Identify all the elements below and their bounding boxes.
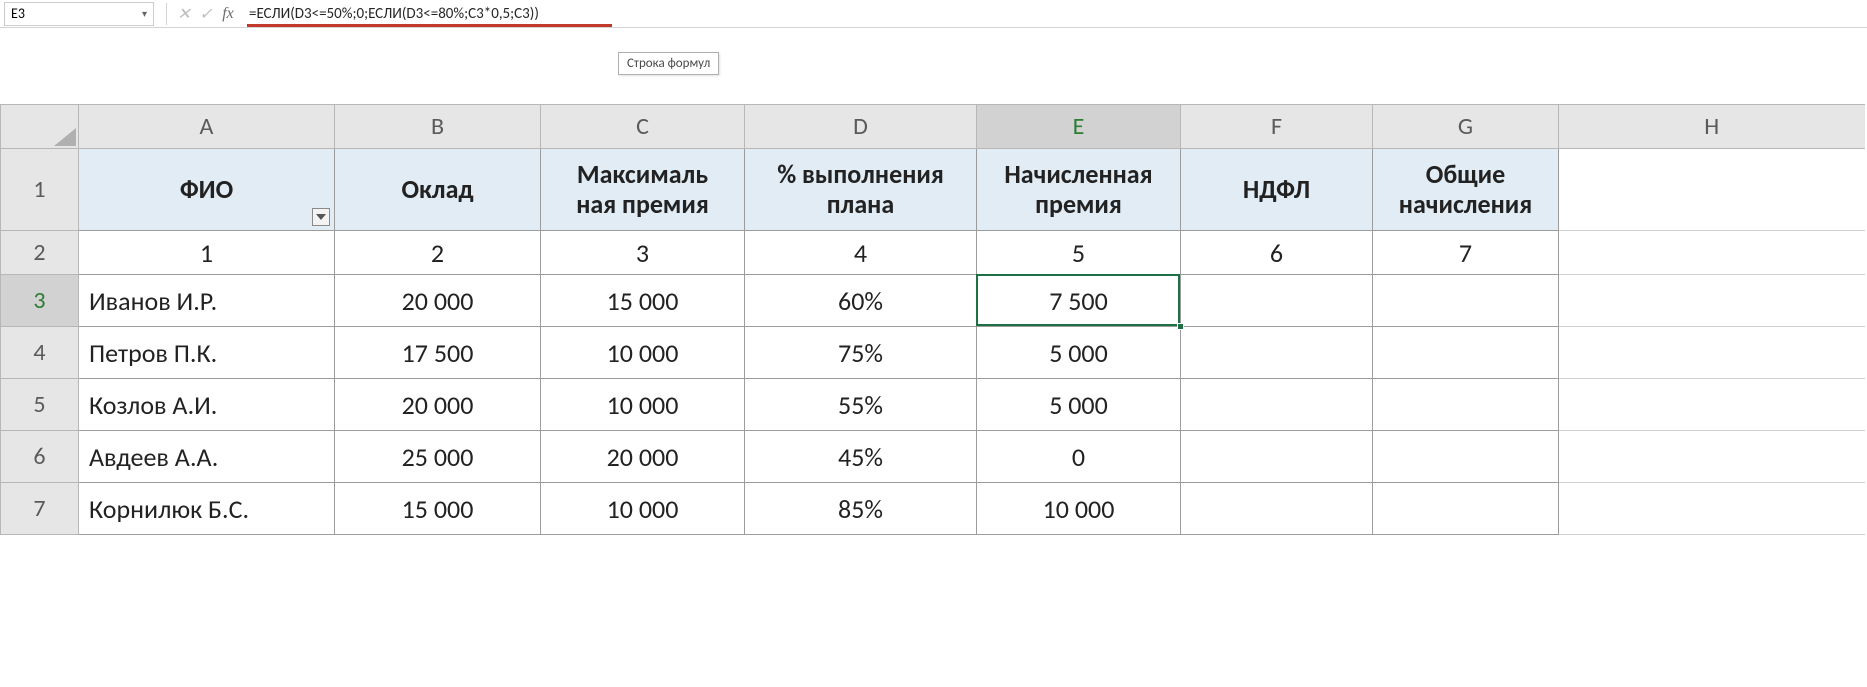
formula-underline	[247, 24, 612, 27]
table-row: 7 Корнилюк Б.С. 15 000 10 000 85% 10 000	[1, 483, 1865, 535]
cell-D2[interactable]: 4	[745, 231, 977, 275]
header-premia[interactable]: Начисленная премия	[977, 149, 1181, 231]
col-head-C[interactable]: C	[541, 105, 745, 149]
row-head-3[interactable]: 3	[1, 275, 79, 327]
formula-bar-tooltip: Строка формул	[618, 52, 719, 75]
header-fio[interactable]: ФИО	[79, 149, 335, 231]
cell-H5[interactable]	[1559, 379, 1865, 431]
cell-D4[interactable]: 75%	[745, 327, 977, 379]
spacer	[0, 28, 1867, 86]
cell-E4[interactable]: 5 000	[977, 327, 1181, 379]
row-head-6[interactable]: 6	[1, 431, 79, 483]
cell-F3[interactable]	[1181, 275, 1373, 327]
header-total[interactable]: Общие начисления	[1373, 149, 1559, 231]
col-head-A[interactable]: A	[79, 105, 335, 149]
cell-H4[interactable]	[1559, 327, 1865, 379]
table-row: 3 Иванов И.Р. 20 000 15 000 60% 7 500	[1, 275, 1865, 327]
cell-F2[interactable]: 6	[1181, 231, 1373, 275]
cell-C4[interactable]: 10 000	[541, 327, 745, 379]
cell-A5[interactable]: Козлов А.И.	[79, 379, 335, 431]
cell-D7[interactable]: 85%	[745, 483, 977, 535]
cell-B3[interactable]: 20 000	[335, 275, 541, 327]
formula-text: =ЕСЛИ(D3<=50%;0;ЕСЛИ(D3<=80%;C3*0,5;C3))	[249, 5, 539, 23]
formula-input[interactable]: =ЕСЛИ(D3<=50%;0;ЕСЛИ(D3<=80%;C3*0,5;C3))	[247, 2, 1863, 26]
cell-E6[interactable]: 0	[977, 431, 1181, 483]
cell-F6[interactable]	[1181, 431, 1373, 483]
table-row: 5 Козлов А.И. 20 000 10 000 55% 5 000	[1, 379, 1865, 431]
col-head-F[interactable]: F	[1181, 105, 1373, 149]
cell-C3[interactable]: 15 000	[541, 275, 745, 327]
cell-E5[interactable]: 5 000	[977, 379, 1181, 431]
cell-A7[interactable]: Корнилюк Б.С.	[79, 483, 335, 535]
row-head-2[interactable]: 2	[1, 231, 79, 275]
cell-E3[interactable]: 7 500	[977, 275, 1181, 327]
table-row: 2 1 2 3 4 5 6 7	[1, 231, 1865, 275]
cell-C5[interactable]: 10 000	[541, 379, 745, 431]
cell-G3[interactable]	[1373, 275, 1559, 327]
spreadsheet-grid: A B C D E F G H 1 ФИО Оклад Максимальная…	[0, 104, 1865, 535]
cell-F4[interactable]	[1181, 327, 1373, 379]
header-fio-text: ФИО	[89, 175, 324, 205]
cell-G5[interactable]	[1373, 379, 1559, 431]
fill-handle[interactable]	[1177, 323, 1184, 330]
select-all-corner[interactable]	[1, 105, 79, 149]
cell-G6[interactable]	[1373, 431, 1559, 483]
cell-F7[interactable]	[1181, 483, 1373, 535]
cell-A6[interactable]: Авдеев А.А.	[79, 431, 335, 483]
cell-D3[interactable]: 60%	[745, 275, 977, 327]
cell-H1[interactable]	[1559, 149, 1865, 231]
cell-E2[interactable]: 5	[977, 231, 1181, 275]
name-box[interactable]: E3 ▾	[4, 2, 154, 26]
header-oklad[interactable]: Оклад	[335, 149, 541, 231]
cancel-icon: ✕	[173, 3, 195, 25]
cell-A2[interactable]: 1	[79, 231, 335, 275]
header-max-premia[interactable]: Максимальная премия	[541, 149, 745, 231]
cell-B6[interactable]: 25 000	[335, 431, 541, 483]
cell-B4[interactable]: 17 500	[335, 327, 541, 379]
row-head-5[interactable]: 5	[1, 379, 79, 431]
cell-G7[interactable]	[1373, 483, 1559, 535]
cell-C7[interactable]: 10 000	[541, 483, 745, 535]
cell-D6[interactable]: 45%	[745, 431, 977, 483]
row-head-7[interactable]: 7	[1, 483, 79, 535]
cell-C2[interactable]: 3	[541, 231, 745, 275]
cell-B2[interactable]: 2	[335, 231, 541, 275]
column-header-row: A B C D E F G H	[1, 105, 1865, 149]
cell-D5[interactable]: 55%	[745, 379, 977, 431]
filter-button[interactable]	[312, 208, 330, 226]
formula-bar: E3 ▾ ✕ ✓ fx =ЕСЛИ(D3<=50%;0;ЕСЛИ(D3<=80%…	[0, 0, 1867, 28]
cell-B5[interactable]: 20 000	[335, 379, 541, 431]
col-head-B[interactable]: B	[335, 105, 541, 149]
cell-G4[interactable]	[1373, 327, 1559, 379]
cell-F5[interactable]	[1181, 379, 1373, 431]
col-head-G[interactable]: G	[1373, 105, 1559, 149]
cell-A4[interactable]: Петров П.К.	[79, 327, 335, 379]
col-head-D[interactable]: D	[745, 105, 977, 149]
cell-A3[interactable]: Иванов И.Р.	[79, 275, 335, 327]
cell-H2[interactable]	[1559, 231, 1865, 275]
name-box-dropdown-icon[interactable]: ▾	[142, 7, 147, 20]
table-row: 6 Авдеев А.А. 25 000 20 000 45% 0	[1, 431, 1865, 483]
header-plan-pct[interactable]: % выполнения плана	[745, 149, 977, 231]
table-row: 1 ФИО Оклад Максимальная премия % выполн…	[1, 149, 1865, 231]
cell-E7[interactable]: 10 000	[977, 483, 1181, 535]
cell-C6[interactable]: 20 000	[541, 431, 745, 483]
name-box-value: E3	[11, 5, 142, 22]
insert-function-icon[interactable]: fx	[217, 3, 239, 25]
cell-B7[interactable]: 15 000	[335, 483, 541, 535]
row-head-4[interactable]: 4	[1, 327, 79, 379]
cell-H3[interactable]	[1559, 275, 1865, 327]
cell-H7[interactable]	[1559, 483, 1865, 535]
header-ndfl[interactable]: НДФЛ	[1181, 149, 1373, 231]
cell-H6[interactable]	[1559, 431, 1865, 483]
enter-icon: ✓	[195, 3, 217, 25]
col-head-H[interactable]: H	[1559, 105, 1865, 149]
cell-G2[interactable]: 7	[1373, 231, 1559, 275]
table-row: 4 Петров П.К. 17 500 10 000 75% 5 000	[1, 327, 1865, 379]
separator	[166, 3, 167, 25]
col-head-E[interactable]: E	[977, 105, 1181, 149]
row-head-1[interactable]: 1	[1, 149, 79, 231]
